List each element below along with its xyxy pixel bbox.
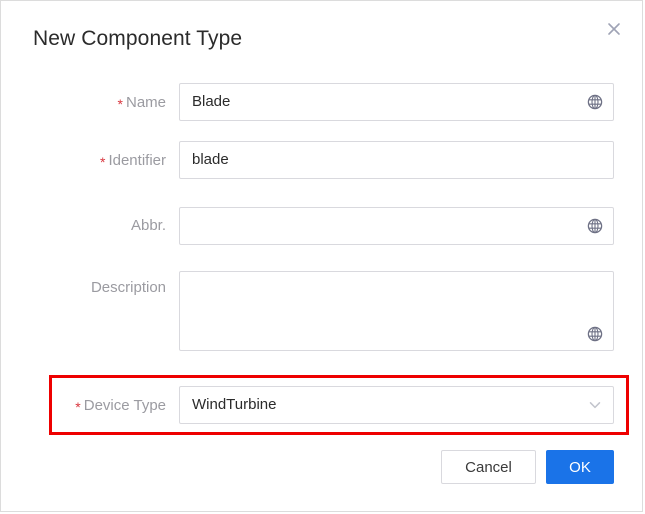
label-identifier: *Identifier <box>1 141 166 180</box>
label-device-type-text: Device Type <box>84 397 166 414</box>
label-description: Description <box>1 271 166 305</box>
new-component-type-dialog: New Component Type *Name Blade *Identifi… <box>0 0 643 512</box>
name-input-value: Blade <box>192 93 230 110</box>
required-marker-name: * <box>118 96 123 112</box>
field-row-description: Description <box>1 271 644 351</box>
label-identifier-text: Identifier <box>108 152 166 169</box>
label-description-text: Description <box>91 279 166 296</box>
label-name-text: Name <box>126 94 166 111</box>
globe-icon[interactable] <box>587 94 603 110</box>
field-row-name: *Name Blade <box>1 83 644 121</box>
abbr-input[interactable] <box>179 207 614 245</box>
description-textarea[interactable] <box>179 271 614 351</box>
name-input[interactable]: Blade <box>179 83 614 121</box>
label-name: *Name <box>1 83 166 122</box>
globe-icon[interactable] <box>587 326 603 342</box>
chevron-down-icon[interactable] <box>588 398 602 412</box>
globe-icon[interactable] <box>587 218 603 234</box>
close-icon[interactable] <box>600 15 628 43</box>
label-abbr: Abbr. <box>1 207 166 245</box>
identifier-input-value: blade <box>192 151 229 168</box>
required-marker-device-type: * <box>75 399 80 415</box>
device-type-select[interactable]: WindTurbine <box>179 386 614 424</box>
label-device-type: *Device Type <box>1 386 166 425</box>
device-type-select-value: WindTurbine <box>192 396 276 413</box>
identifier-input[interactable]: blade <box>179 141 614 179</box>
field-row-abbr: Abbr. <box>1 207 644 245</box>
ok-button[interactable]: OK <box>546 450 614 484</box>
cancel-button[interactable]: Cancel <box>441 450 536 484</box>
label-abbr-text: Abbr. <box>131 217 166 234</box>
field-row-identifier: *Identifier blade <box>1 141 644 179</box>
required-marker-identifier: * <box>100 154 105 170</box>
field-row-device-type: *Device Type WindTurbine <box>1 386 644 424</box>
dialog-title: New Component Type <box>33 27 242 51</box>
